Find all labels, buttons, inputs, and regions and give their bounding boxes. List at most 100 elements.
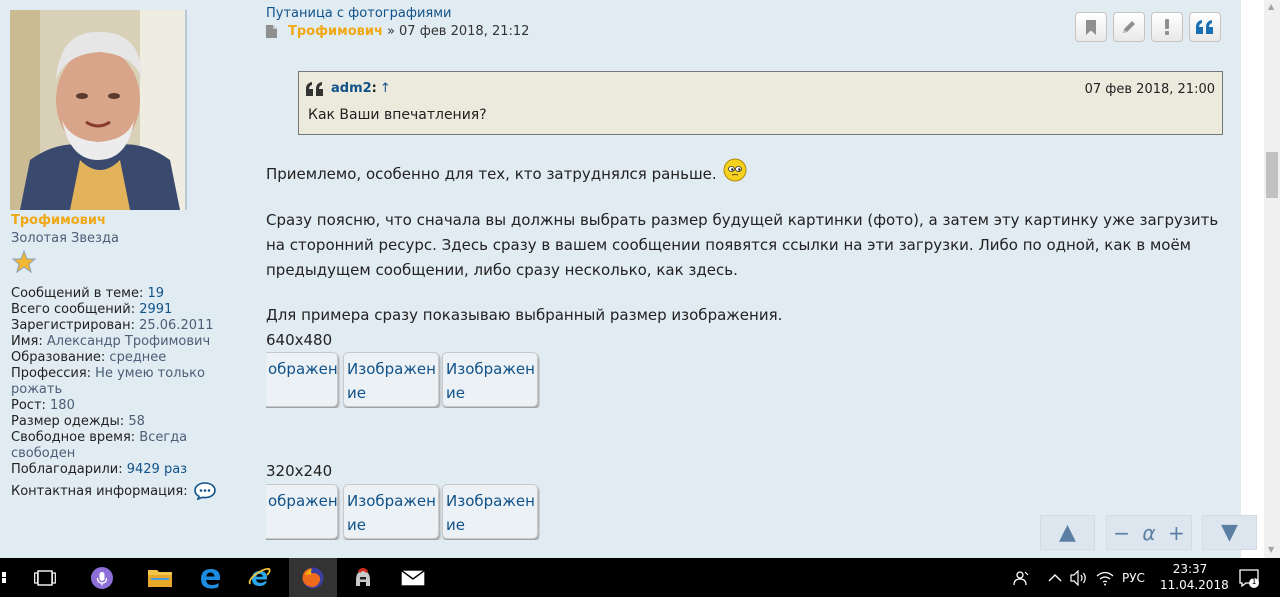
decrease-font-button[interactable]: − xyxy=(1113,521,1130,545)
post-paragraph-3: Для примера сразу показываю выбранный ра… xyxy=(266,306,783,324)
scroll-up-button[interactable]: ▲ xyxy=(1040,515,1095,550)
notification-count: 1 xyxy=(1251,577,1257,586)
smiley-icon xyxy=(723,158,747,182)
scroll-down-arrow-icon[interactable]: ▼ xyxy=(1268,546,1276,554)
profile-field-name: Имя: Александр Трофимович xyxy=(11,334,221,350)
post-title[interactable]: Путаница с фотографиями xyxy=(266,6,451,21)
report-button[interactable] xyxy=(1151,12,1183,42)
exclamation-icon xyxy=(1165,19,1169,35)
field-value[interactable]: 2991 xyxy=(139,302,172,317)
edge-icon xyxy=(201,568,220,588)
increase-font-button[interactable]: + xyxy=(1168,521,1185,545)
scrollbar-thumb[interactable] xyxy=(1266,152,1278,198)
triangle-up-icon: ▲ xyxy=(1059,520,1076,545)
scroll-down-button[interactable]: ▼ xyxy=(1202,515,1257,550)
people-icon[interactable] xyxy=(1012,569,1030,587)
field-label: Всего сообщений: xyxy=(11,302,140,317)
windows-taskbar: РУС 23:37 11.04.2018 1 xyxy=(0,558,1280,597)
post-meta: Трофимович » 07 фев 2018, 21:12 xyxy=(266,24,529,39)
firefox-button[interactable] xyxy=(289,558,337,597)
field-label: Рост: xyxy=(11,398,51,413)
contact-info: Контактная информация: xyxy=(11,482,216,500)
post-buttons xyxy=(1075,12,1221,42)
paragraph-text: Приемлемо, особенно для тех, кто затрудн… xyxy=(266,165,717,183)
clock-time: 23:37 xyxy=(1172,562,1208,576)
app-button[interactable] xyxy=(343,558,383,597)
profile-fields: Сообщений в теме: 19 Всего сообщений: 29… xyxy=(11,286,221,478)
profile-field-height: Рост: 180 xyxy=(11,398,221,414)
edit-button[interactable] xyxy=(1113,12,1145,42)
field-label: Образование: xyxy=(11,350,110,365)
task-view-icon xyxy=(34,569,56,586)
image-thumbnail-link[interactable]: ображен xyxy=(266,352,338,407)
vertical-scrollbar[interactable]: ▲ ▼ xyxy=(1264,0,1280,558)
system-tray: РУС xyxy=(1012,558,1145,597)
image-thumbnail-link[interactable]: Изображение xyxy=(442,352,538,407)
profile-field-posts-in-topic: Сообщений в теме: 19 xyxy=(11,286,221,302)
internet-explorer-icon xyxy=(248,567,271,586)
scroll-up-arrow-icon[interactable]: ▲ xyxy=(1268,3,1276,11)
folder-icon xyxy=(148,569,172,587)
thumbnail-row-320: ображен Изображение Изображение xyxy=(266,484,540,540)
language-indicator[interactable]: РУС xyxy=(1122,571,1145,585)
profile-field-clothing-size: Размер одежды: 58 xyxy=(11,414,221,430)
cortana-button[interactable] xyxy=(82,558,122,597)
microphone-icon xyxy=(91,566,113,589)
mail-button[interactable] xyxy=(393,558,433,597)
field-label: Сообщений в теме: xyxy=(11,286,148,301)
size-label-640: 640x480 xyxy=(266,331,333,349)
alpha-toggle-button[interactable]: α xyxy=(1142,521,1155,545)
quote-button[interactable] xyxy=(1189,12,1221,42)
image-thumbnail-link[interactable]: Изображение xyxy=(442,484,538,539)
forum-page: Трофимович Золотая Звезда Сообщений в те… xyxy=(0,0,1264,558)
task-view-button[interactable] xyxy=(26,558,64,597)
field-label: Свободное время: xyxy=(11,430,140,445)
clock-date: 11.04.2018 xyxy=(1160,578,1229,592)
image-thumbnail-link[interactable]: ображен xyxy=(266,484,338,539)
size-label-320: 320x240 xyxy=(266,462,333,480)
chevron-up-icon[interactable] xyxy=(1048,573,1062,583)
post-paragraph-2: Сразу поясню, что сначала вы должны выбр… xyxy=(266,211,1219,279)
volume-icon[interactable] xyxy=(1070,569,1088,586)
post-author[interactable]: Трофимович xyxy=(288,24,383,39)
profile-username[interactable]: Трофимович xyxy=(11,213,106,228)
thumbnail-row-640: ображен Изображение Изображение xyxy=(266,352,540,408)
triangle-down-icon: ▼ xyxy=(1221,520,1238,545)
rank-star-icon xyxy=(12,250,36,274)
taskbar-clock[interactable]: 23:37 11.04.2018 xyxy=(1160,561,1229,593)
user-avatar[interactable] xyxy=(10,10,187,210)
edge-browser-button[interactable] xyxy=(190,558,230,597)
bookmark-button[interactable] xyxy=(1075,12,1107,42)
contact-label: Контактная информация: xyxy=(11,483,188,499)
action-center-button[interactable]: 1 xyxy=(1238,558,1260,597)
field-value: 180 xyxy=(50,398,75,413)
profile-field-thanked: Поблагодарили: 9429 раз xyxy=(11,462,221,478)
profile-field-education: Образование: среднее xyxy=(11,350,221,366)
quote-marks-icon xyxy=(306,81,323,96)
thumbnail-label: Изображение xyxy=(446,492,535,534)
quote-author[interactable]: adm2 xyxy=(331,81,372,96)
quote-colon: : xyxy=(371,81,377,96)
helmet-icon xyxy=(356,567,370,586)
wifi-icon[interactable] xyxy=(1096,570,1114,586)
thumbnail-label: Изображение xyxy=(347,492,436,534)
field-label: Зарегистрирован: xyxy=(11,318,140,333)
field-value[interactable]: 9429 раз xyxy=(127,462,187,477)
start-button[interactable] xyxy=(0,558,14,597)
field-label: Профессия: xyxy=(11,366,96,381)
thumbnail-label: Изображение xyxy=(347,360,436,402)
file-explorer-button[interactable] xyxy=(140,558,180,597)
post-date: » 07 фев 2018, 21:12 xyxy=(386,24,530,39)
chat-bubble-icon[interactable] xyxy=(193,482,216,500)
field-value[interactable]: 19 xyxy=(147,286,164,301)
profile-rank: Золотая Звезда xyxy=(11,231,119,246)
image-thumbnail-link[interactable]: Изображение xyxy=(343,484,439,539)
quote-source-link[interactable]: ↑ xyxy=(380,81,391,96)
quote-date: 07 фев 2018, 21:00 xyxy=(1084,82,1215,97)
thumbnail-label: ображен xyxy=(268,360,338,378)
image-thumbnail-link[interactable]: Изображение xyxy=(343,352,439,407)
thumbnail-label: Изображение xyxy=(446,360,535,402)
document-icon[interactable] xyxy=(266,25,277,38)
firefox-icon xyxy=(302,567,324,588)
internet-explorer-button[interactable] xyxy=(240,558,280,597)
